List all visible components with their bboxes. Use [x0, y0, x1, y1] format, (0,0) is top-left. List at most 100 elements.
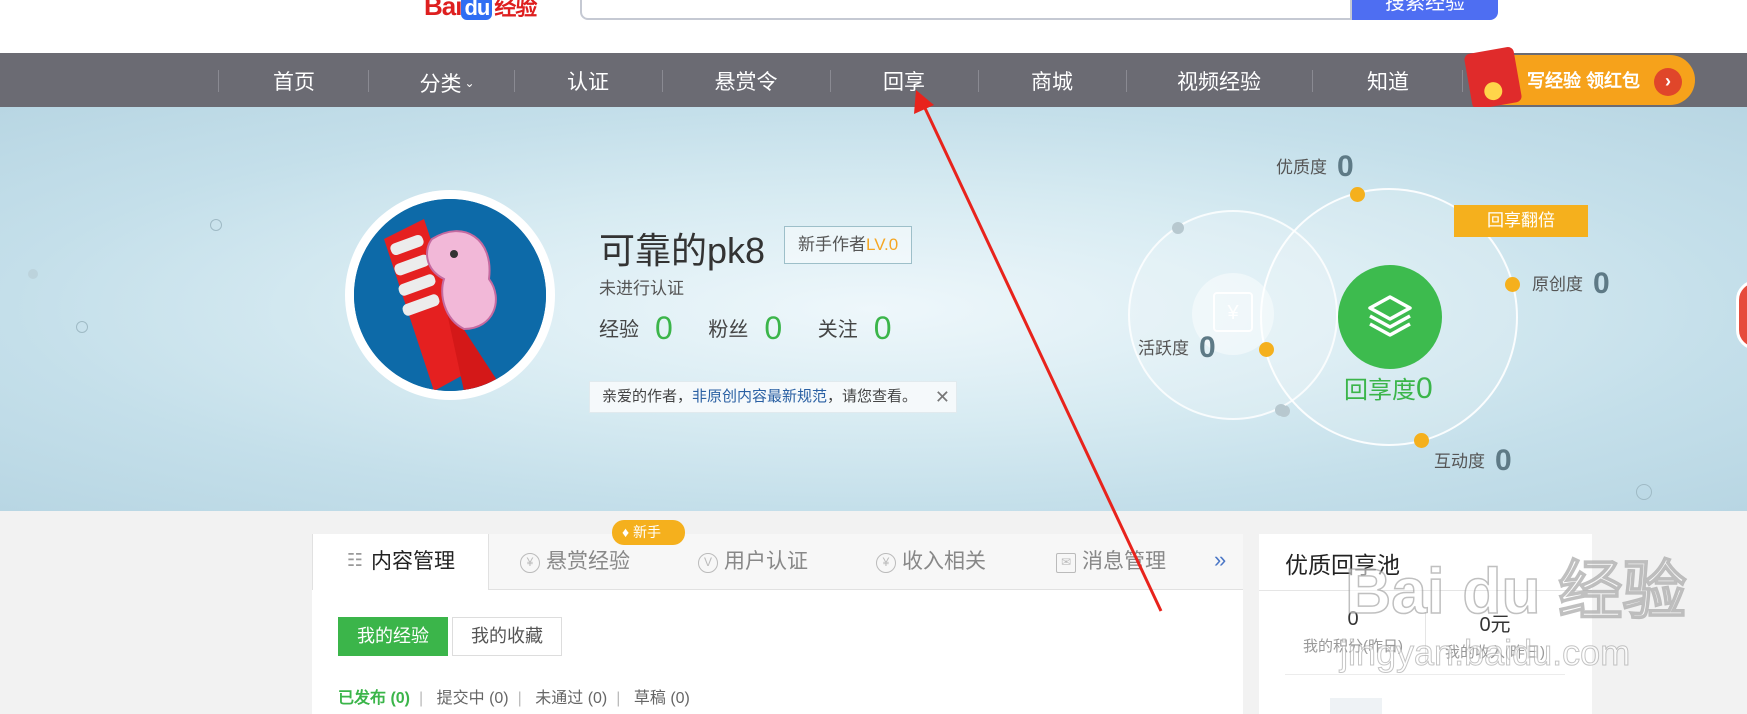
filter-separator: | [616, 690, 621, 707]
notice-prefix: 亲爱的作者， [602, 388, 693, 405]
metric-original: 原创度 0 [1532, 267, 1610, 301]
nav-item-home[interactable]: 首页 [232, 53, 356, 107]
filter-draft[interactable]: 草稿 (0) [634, 690, 690, 707]
nav-separator [830, 70, 831, 92]
verify-v-icon: V [698, 553, 718, 573]
house-yuan-icon: ¥ [1213, 292, 1253, 332]
tab-label: 用户认证 [724, 550, 808, 573]
decor-bubble [76, 321, 88, 333]
stat-label: 关注 [817, 319, 858, 341]
nav-item-mall[interactable]: 商城 [990, 53, 1114, 107]
stat-label: 经验 [599, 319, 639, 341]
search-button[interactable]: 搜索经验 [1352, 0, 1498, 20]
share-score-label: 回享度 [1344, 377, 1416, 404]
filter-separator: | [517, 690, 522, 707]
verify-status[interactable]: 未进行认证 [599, 274, 684, 299]
stat-experience[interactable]: 经验 0 [599, 310, 673, 347]
logo-bai-text: Bai [424, 0, 462, 21]
list-icon: ☷ [346, 550, 364, 570]
more-tabs-icon[interactable]: » [1214, 547, 1226, 573]
my-experience-button[interactable]: 我的经验 [338, 617, 448, 656]
nav-separator [368, 70, 369, 92]
stat-value: 0 [655, 310, 673, 346]
logo-du-text: du [461, 0, 493, 20]
nav-item-bounty[interactable]: 悬赏令 [676, 53, 816, 107]
metric-label: 活跃度 [1138, 339, 1189, 358]
stat-value: 0 [873, 310, 892, 346]
layers-icon [1368, 295, 1412, 337]
metric-activity: 活跃度 0 [1138, 331, 1216, 365]
coin-icon [1482, 80, 1504, 102]
decor-bubble [210, 219, 222, 231]
status-filters: 已发布 (0) | 提交中 (0) | 未通过 (0) | 草稿 (0) [338, 684, 699, 708]
avatar[interactable] [354, 199, 546, 391]
nav-separator [662, 70, 663, 92]
envelope-icon: ✉ [1056, 553, 1076, 573]
tab-label: 悬赏经验 [546, 550, 630, 573]
new-user-badge: ♦ 新手 [612, 520, 685, 545]
profile-stats: 经验 0 粉丝 0 关注 0 [599, 310, 922, 347]
metric-interaction: 互动度 0 [1434, 444, 1512, 478]
logo-jingyan-text: 经验 [494, 0, 537, 20]
level-value: LV.0 [866, 235, 899, 254]
metric-value: 0 [1199, 331, 1216, 364]
tab-label: 内容管理 [371, 550, 455, 573]
pool-thumbnail [1330, 698, 1382, 714]
level-badge[interactable]: 新手作者LV.0 [784, 226, 913, 264]
share-double-badge[interactable]: 回享翻倍 [1454, 205, 1588, 237]
metric-label: 互动度 [1434, 452, 1485, 471]
metric-label: 优质度 [1276, 158, 1327, 177]
diamond-icon: ♦ [622, 524, 634, 540]
decor-bubble [1636, 484, 1652, 500]
metric-quality: 优质度 0 [1276, 150, 1354, 184]
tab-messages[interactable]: ✉ 消息管理 [1056, 534, 1216, 590]
share-score: 回享度0 [1344, 370, 1433, 406]
nav-separator [1312, 70, 1313, 92]
nav-item-zhidao[interactable]: 知道 [1326, 53, 1450, 107]
ring-dot [1275, 404, 1287, 416]
stat-label: 粉丝 [708, 319, 749, 341]
nav-item-huixiang[interactable]: 回享 [842, 53, 966, 107]
metric-value: 0 [1337, 150, 1354, 183]
author-notice: 亲爱的作者，非原创内容最新规范，请您查看。 ✕ [589, 381, 957, 413]
side-float-avatar[interactable] [1736, 280, 1747, 350]
tab-label: 消息管理 [1082, 550, 1166, 573]
quality-dot [1350, 187, 1365, 202]
ring-dot [1172, 222, 1184, 234]
my-favorites-button[interactable]: 我的收藏 [452, 617, 562, 656]
tab-user-certify[interactable]: V 用户认证 [698, 534, 858, 590]
tab-content-management[interactable]: ☷ 内容管理 [312, 534, 489, 590]
decor-bubble [28, 269, 38, 279]
baidu-watermark: Bai du 经验 [1344, 554, 1687, 628]
filter-published[interactable]: 已发布 (0) [338, 690, 410, 707]
notice-link[interactable]: 非原创内容最新规范 [692, 388, 827, 405]
baidu-jingyan-logo[interactable]: Bai du 经验 [424, 0, 537, 21]
filter-separator: | [419, 690, 424, 707]
nav-item-certify[interactable]: 认证 [526, 53, 650, 107]
nav-separator [514, 70, 515, 92]
nav-separator [1126, 70, 1127, 92]
tab-income[interactable]: ¥ 收入相关 [876, 534, 1036, 590]
metric-value: 0 [1593, 267, 1610, 300]
nav-separator [978, 70, 979, 92]
close-icon[interactable]: ✕ [935, 382, 950, 412]
stat-following[interactable]: 关注 0 [818, 310, 892, 347]
filter-submitting[interactable]: 提交中 (0) [437, 690, 509, 707]
new-badge-label: 新手 [633, 524, 662, 540]
metric-value: 0 [1495, 444, 1512, 477]
activity-dot [1259, 342, 1274, 357]
interaction-dot [1414, 433, 1429, 448]
nav-category-label: 分类 [419, 73, 462, 96]
nav-separator [218, 70, 219, 92]
level-prefix: 新手作者 [798, 235, 866, 254]
nav-item-category[interactable]: 分类 ⌄ [380, 53, 514, 107]
search-input[interactable] [580, 0, 1352, 20]
filter-rejected[interactable]: 未通过 (0) [535, 690, 607, 707]
top-header: Bai du 经验 搜索经验 [0, 0, 1747, 53]
share-score-value: 0 [1416, 372, 1433, 405]
chevron-right-icon[interactable]: › [1654, 68, 1682, 96]
watermark-url: jingyan.baidu.com [1339, 632, 1631, 674]
nav-item-video[interactable]: 视频经验 [1138, 53, 1300, 107]
original-dot [1505, 277, 1520, 292]
stat-fans[interactable]: 粉丝 0 [708, 310, 782, 347]
